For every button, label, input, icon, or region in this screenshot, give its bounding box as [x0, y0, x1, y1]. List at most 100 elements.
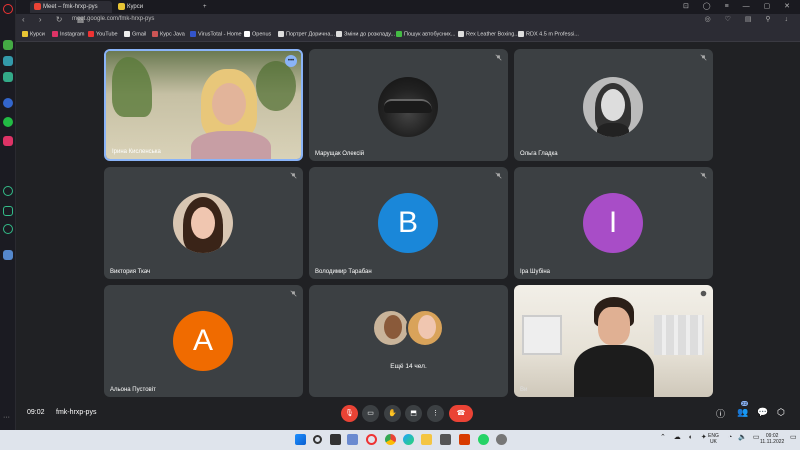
participant-avatar: B — [378, 193, 438, 253]
history-icon[interactable] — [3, 186, 13, 196]
more-options-button[interactable]: ⋮ — [427, 405, 444, 422]
mic-toggle-button[interactable]: 🎙 — [341, 405, 358, 422]
windows-start-icon[interactable] — [295, 434, 306, 445]
meeting-code: fmk-hrxp-pys — [56, 409, 97, 416]
new-tab-button[interactable]: + — [199, 1, 211, 13]
system-status-icons[interactable]: ◔ 🔈 ▭ — [728, 434, 761, 441]
bookmark-item[interactable]: Instagram — [52, 31, 84, 37]
camera-toggle-button[interactable]: ▭ — [362, 405, 379, 422]
tray-icons[interactable]: ⌃ ☁ ◐ ✦ — [660, 434, 710, 441]
participant-avatar — [372, 309, 410, 347]
participant-avatar — [583, 77, 643, 137]
clock[interactable]: 09:02 11.11.2022 — [760, 433, 784, 445]
more-participants-tile[interactable]: Ещё 14 чел. — [309, 285, 508, 397]
participant-tile[interactable]: Виктория Ткач — [104, 167, 303, 279]
mic-off-icon — [700, 172, 707, 179]
opera-logo-icon[interactable] — [3, 4, 13, 14]
activities-icon[interactable]: ⬡ — [777, 407, 785, 418]
participant-name: Виктория Ткач — [110, 269, 151, 275]
present-screen-button[interactable]: ⬒ — [405, 405, 422, 422]
participant-tile[interactable]: A Альона Пустовіт — [104, 285, 303, 397]
extension-icon[interactable] — [3, 250, 13, 260]
edge-icon[interactable] — [403, 434, 414, 445]
twitch-icon[interactable] — [3, 72, 13, 82]
search-icon[interactable] — [313, 435, 322, 444]
bookmark-item[interactable]: Openus — [244, 31, 271, 37]
participant-tile[interactable]: Марущак Олексій — [309, 49, 508, 161]
meeting-info-icon[interactable]: ⓘ — [716, 407, 725, 420]
chat-icon[interactable]: 💬 — [757, 407, 768, 418]
window-controls[interactable]: ⊡ ◯ ≡ — ▢ ✕ — [683, 2, 796, 10]
participants-count-badge: 22 — [741, 401, 749, 406]
participant-tile[interactable]: Ольга Гладка — [514, 49, 713, 161]
bookmark-item[interactable]: Зміни до розкладу... — [336, 31, 395, 37]
notifications-icon[interactable]: ▭ — [790, 434, 797, 441]
mic-off-icon — [290, 172, 297, 179]
participant-tile[interactable]: I Іра Шубіна — [514, 167, 713, 279]
tab-kursy[interactable]: Курси — [114, 1, 196, 13]
shopping-icon[interactable] — [3, 56, 13, 66]
bookmark-item[interactable]: YouTube — [88, 31, 118, 37]
participant-avatar — [173, 193, 233, 253]
bookmark-item[interactable]: RDX 4.5 m Professi... — [518, 31, 579, 37]
participant-name: Ольга Гладка — [520, 151, 558, 157]
meet-favicon-icon — [34, 2, 41, 10]
widgets-icon[interactable] — [347, 434, 358, 445]
task-view-icon[interactable] — [330, 434, 341, 445]
self-video — [514, 285, 713, 397]
language-indicator[interactable]: ENG UK — [708, 433, 719, 445]
chrome-icon[interactable] — [385, 434, 396, 445]
settings-icon[interactable] — [3, 224, 13, 234]
participants-icon[interactable]: 👥 — [737, 407, 748, 418]
mic-off-icon — [290, 290, 297, 297]
leave-call-button[interactable]: ☎ — [449, 405, 473, 422]
participant-tile[interactable]: ••• Ірина Кисленська — [104, 49, 303, 161]
settings-taskbar-icon[interactable] — [496, 434, 507, 445]
tab-meet[interactable]: Meet – fmk-hrxp-pys — [30, 1, 112, 13]
toolbar-right-icons[interactable]: ◎ ♡ ▤ ⚲ ↓ — [705, 15, 794, 23]
more-participants-label: Ещё 14 чел. — [390, 363, 427, 370]
bookmark-item[interactable]: Gmail — [124, 31, 146, 37]
self-video-tile[interactable]: Ви — [514, 285, 713, 397]
speed-dial-icon[interactable] — [3, 40, 13, 50]
store-icon[interactable] — [440, 434, 451, 445]
participant-video — [106, 51, 301, 159]
participant-name: Ірина Кисленська — [112, 149, 161, 155]
cube-icon[interactable] — [3, 206, 13, 216]
more-options-icon[interactable] — [700, 290, 707, 297]
participant-name: Альона Пустовіт — [110, 387, 156, 393]
bookmark-item[interactable]: Rex Leather Boxing... — [458, 31, 519, 37]
kursy-favicon-icon — [118, 2, 125, 10]
mic-off-icon — [495, 172, 502, 179]
messenger-icon[interactable] — [3, 98, 13, 108]
participant-avatar — [378, 77, 438, 137]
participant-avatar: A — [173, 311, 233, 371]
meeting-time: 09:02 — [27, 409, 45, 416]
participant-name: Ви — [520, 387, 528, 393]
participant-name: Марущак Олексій — [315, 151, 365, 157]
whatsapp-icon[interactable] — [3, 117, 13, 127]
mic-off-icon — [495, 54, 502, 61]
bookmark-item[interactable]: Курс Java — [152, 31, 185, 37]
url-field[interactable]: meet.google.com/fmk-hrxp-pys — [72, 16, 154, 22]
bookmarks-bar: Курси Instagram YouTube Gmail Курс Java … — [16, 28, 800, 42]
file-explorer-icon[interactable] — [421, 434, 432, 445]
bookmark-item[interactable]: Пошук автобусних... — [396, 31, 455, 37]
participant-tile[interactable]: B Володимир Тарабан — [309, 167, 508, 279]
participant-avatar — [406, 309, 444, 347]
meet-stage: ••• Ірина Кисленська Марущак Олексій Оль… — [16, 42, 800, 430]
address-bar: ‹ › ↻ ▦ meet.google.com/fmk-hrxp-pys ◎ ♡… — [16, 14, 800, 28]
windows-taskbar: ⌃ ☁ ◐ ✦ ENG UK ◔ 🔈 ▭ 09:02 11.11.2022 ▭ — [0, 430, 800, 450]
more-icon[interactable]: ··· — [3, 414, 13, 426]
office-icon[interactable] — [459, 434, 470, 445]
instagram-icon[interactable] — [3, 136, 13, 146]
bookmark-item[interactable]: VirusTotal - Home — [190, 31, 242, 37]
browser-sidebar: ··· — [0, 0, 16, 430]
raise-hand-button[interactable]: ✋ — [384, 405, 401, 422]
opera-taskbar-icon[interactable] — [366, 434, 377, 445]
speaking-indicator-icon: ••• — [285, 55, 297, 67]
bookmark-item[interactable]: Портрет Дорична... — [278, 31, 335, 37]
bookmark-item[interactable]: Курси — [22, 31, 45, 37]
whatsapp-taskbar-icon[interactable] — [478, 434, 489, 445]
participant-name: Іра Шубіна — [520, 269, 550, 275]
